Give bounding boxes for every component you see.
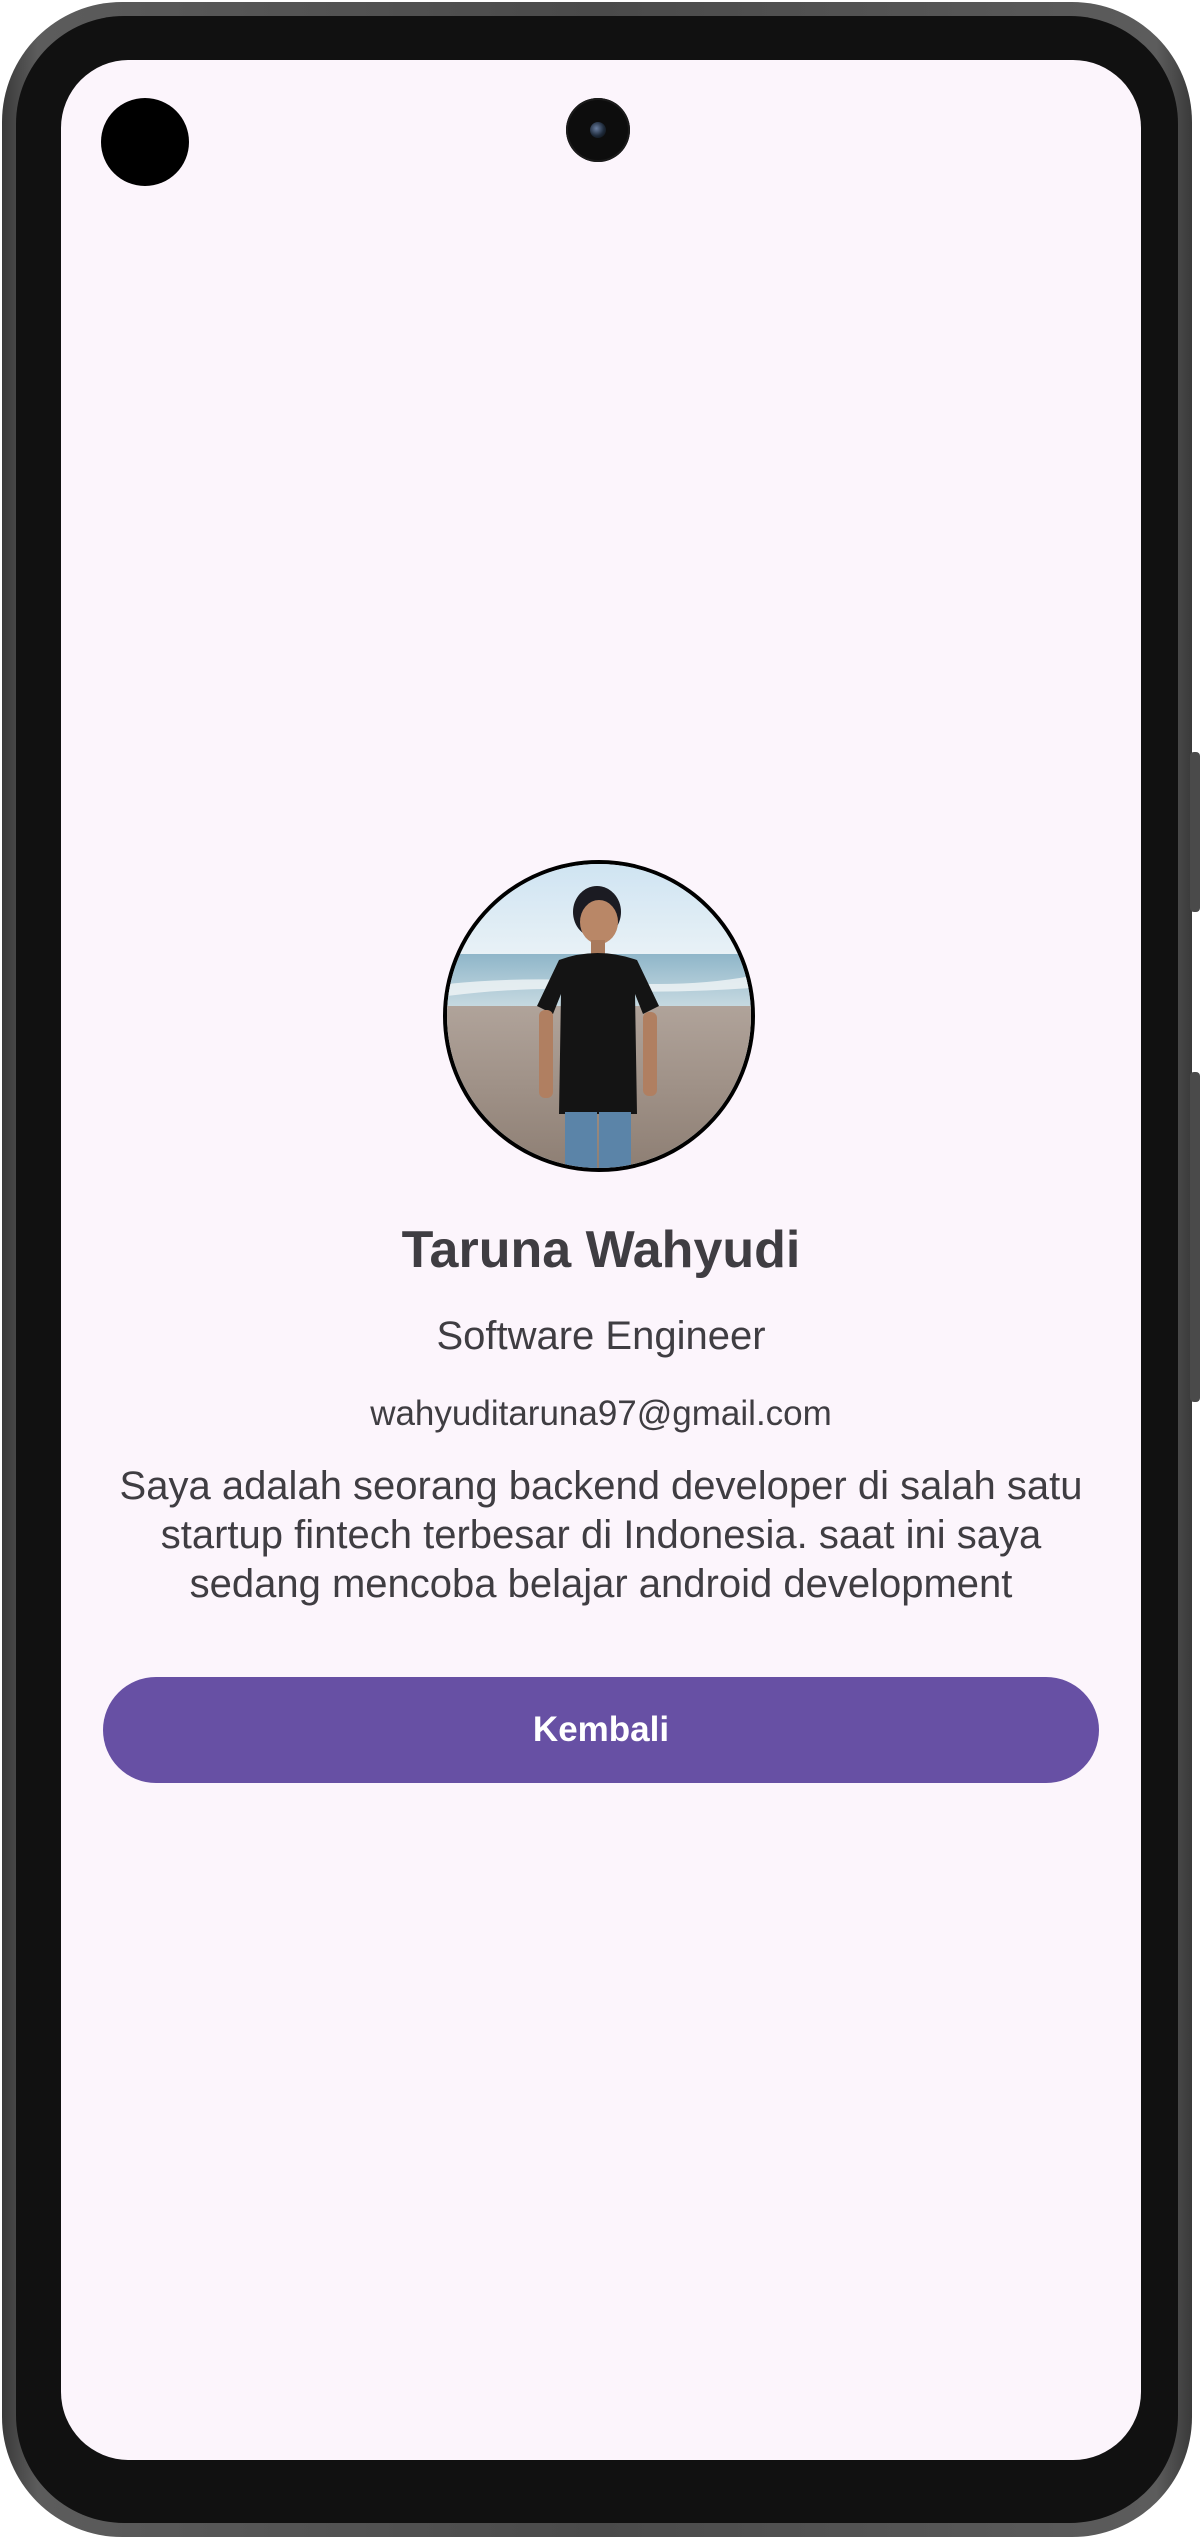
profile-photo	[447, 864, 751, 1168]
back-button[interactable]: Kembali	[103, 1677, 1099, 1783]
front-camera-icon	[566, 98, 630, 162]
profile-email: wahyuditaruna97@gmail.com	[370, 1394, 832, 1433]
profile-role: Software Engineer	[436, 1314, 766, 1358]
status-indicator	[101, 98, 189, 186]
power-button	[1190, 752, 1200, 912]
profile-name: Taruna Wahyudi	[401, 1221, 801, 1279]
phone-frame: Taruna Wahyudi Software Engineer wahyudi…	[2, 2, 1200, 2537]
volume-rocker	[1190, 1072, 1200, 1402]
profile-avatar	[443, 860, 755, 1172]
profile-bio: Saya adalah seorang backend developer di…	[119, 1464, 1083, 1606]
app-screen: Taruna Wahyudi Software Engineer wahyudi…	[61, 60, 1141, 2460]
